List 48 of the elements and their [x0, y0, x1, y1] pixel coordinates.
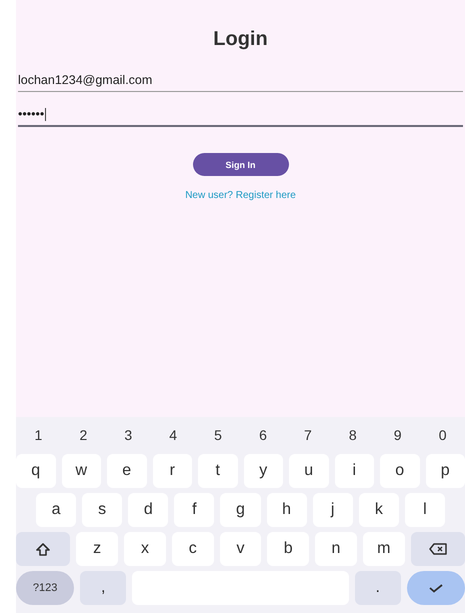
letter-key[interactable]: z [76, 532, 118, 566]
letter-key[interactable]: o [380, 454, 420, 488]
sign-in-button[interactable]: Sign In [192, 153, 288, 176]
punctuation-key[interactable]: , [80, 571, 126, 605]
letter-key[interactable]: s [82, 493, 122, 527]
password-field[interactable]: •••••• [18, 102, 463, 127]
screen-title: Login [212, 28, 269, 52]
letter-key[interactable]: g [220, 493, 261, 527]
number-key[interactable]: 0 [420, 421, 465, 449]
letter-key[interactable]: k [358, 493, 399, 527]
number-key[interactable]: 6 [240, 421, 286, 449]
letter-key[interactable]: n [315, 532, 357, 566]
number-key[interactable]: 9 [375, 421, 420, 449]
punctuation-key[interactable]: . [354, 571, 401, 605]
letter-key[interactable]: l [404, 493, 445, 527]
letter-key[interactable]: t [198, 454, 238, 488]
backspace-icon [428, 543, 447, 555]
letter-key[interactable]: j [312, 493, 353, 527]
letter-key[interactable]: u [289, 454, 328, 488]
symbols-key[interactable]: ?123 [16, 571, 74, 605]
email-field[interactable]: lochan1234@gmail.com [18, 68, 463, 92]
letter-key[interactable]: b [267, 532, 310, 566]
letter-key[interactable]: e [107, 454, 146, 488]
letter-key[interactable]: q [16, 454, 56, 488]
letter-key[interactable]: h [266, 493, 307, 527]
number-key[interactable]: 5 [196, 421, 241, 449]
number-key[interactable]: 8 [330, 421, 376, 449]
shift-icon [36, 542, 50, 556]
number-key[interactable]: 1 [16, 421, 61, 449]
letter-key[interactable]: a [36, 493, 76, 527]
letter-key[interactable]: c [172, 532, 214, 566]
backspace-key[interactable] [410, 532, 465, 566]
letter-key[interactable]: f [174, 493, 214, 527]
letter-key[interactable]: y [244, 454, 283, 488]
letter-key[interactable]: i [334, 454, 374, 488]
number-key[interactable]: 4 [150, 421, 196, 449]
letter-key[interactable]: r [152, 454, 192, 488]
letter-key[interactable]: m [362, 532, 405, 566]
number-key[interactable]: 3 [106, 421, 151, 449]
letter-key[interactable]: x [124, 532, 166, 566]
number-key[interactable]: 2 [60, 421, 106, 449]
letter-key[interactable]: w [62, 454, 101, 488]
number-key[interactable]: 7 [285, 421, 330, 449]
letter-key[interactable]: v [220, 532, 262, 566]
shift-key[interactable] [16, 532, 70, 566]
check-icon [428, 583, 444, 593]
letter-key[interactable]: p [426, 454, 465, 488]
letter-key[interactable]: d [128, 493, 168, 527]
